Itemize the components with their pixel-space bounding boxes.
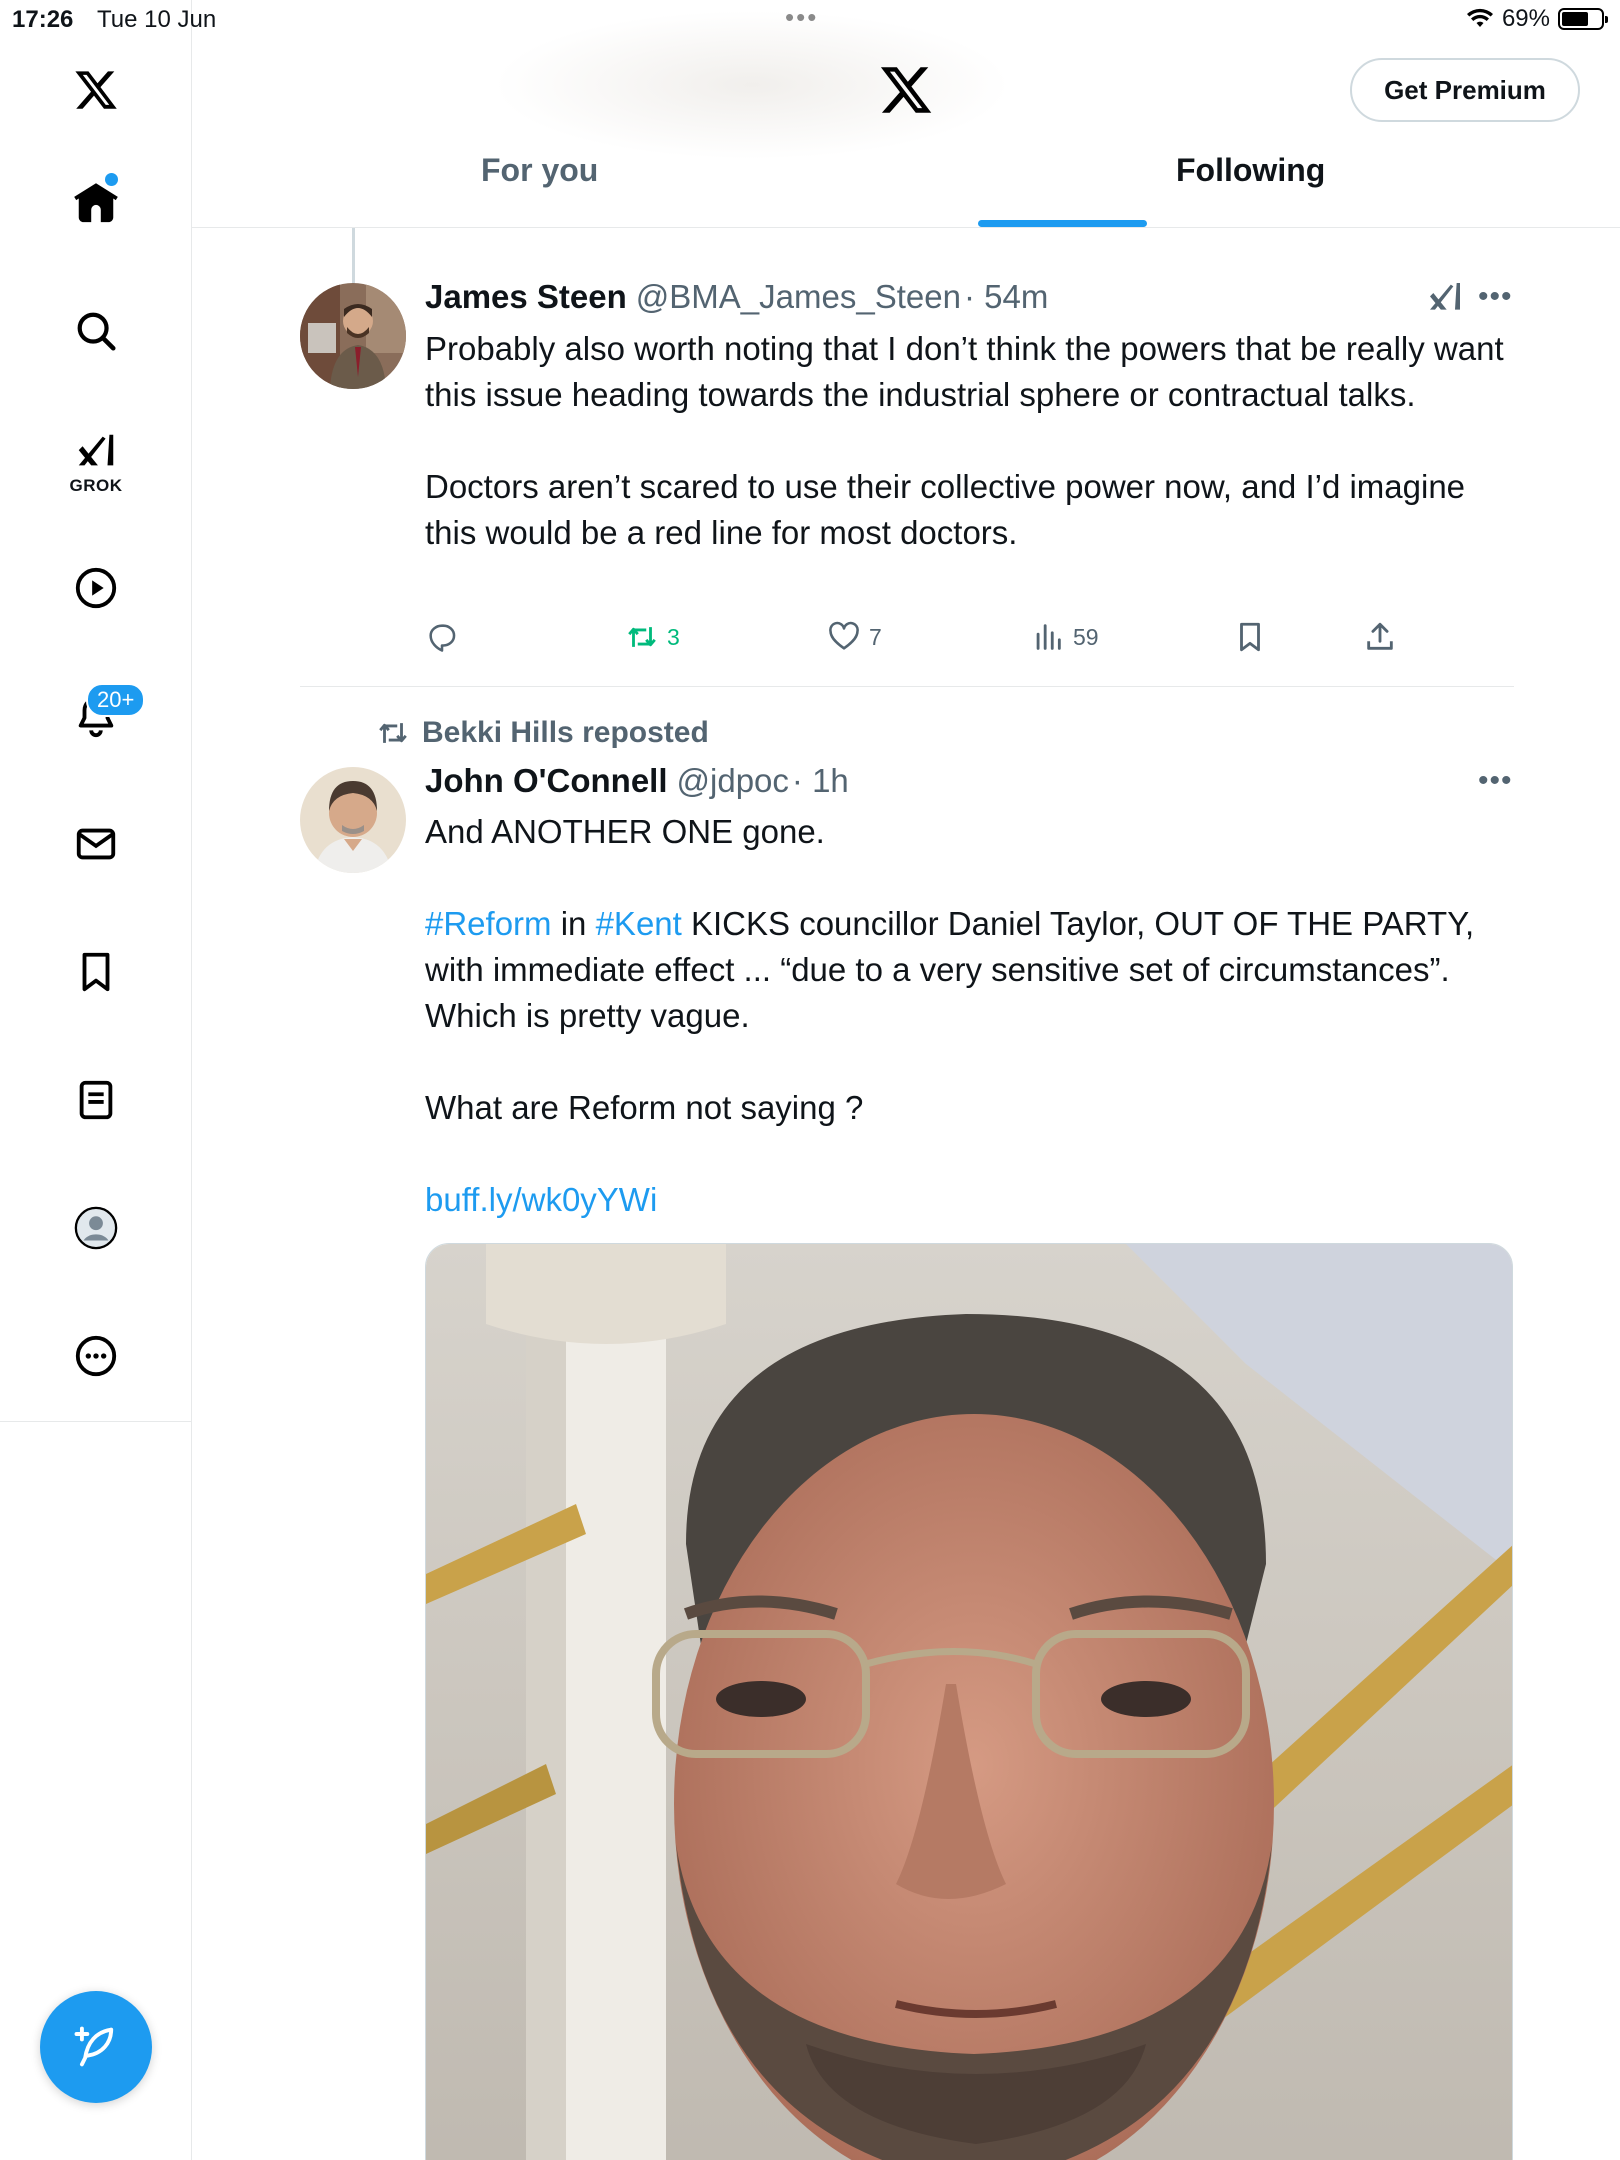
battery-icon: [1558, 8, 1608, 30]
status-date: Tue 10 Jun: [97, 6, 217, 33]
view-count: 59: [1073, 623, 1099, 650]
tweet-text-fragment: in: [551, 905, 596, 942]
tweet-text: And ANOTHER ONE gone. #Reform in #Kent K…: [425, 809, 1525, 1223]
status-time: 17:26: [12, 6, 74, 33]
status-right: 69%: [1466, 5, 1608, 33]
tweet-paragraph: Probably also worth noting that I don’t …: [425, 330, 1504, 413]
councillor-photo: [426, 1244, 1512, 2160]
mail-icon[interactable]: [56, 804, 136, 884]
grok-explain-icon[interactable]: [1425, 278, 1465, 318]
views-chart-icon: [1036, 624, 1061, 650]
share-button[interactable]: [1363, 620, 1397, 654]
retweet-icon: [628, 627, 656, 647]
tab-following[interactable]: Following: [1176, 152, 1325, 189]
retweet-button[interactable]: 3: [625, 620, 680, 654]
home-unread-dot: [105, 173, 118, 186]
retweet-count: 3: [667, 623, 680, 650]
tweet-actions: 3 7 59: [425, 616, 1425, 664]
tweet-text: Probably also worth noting that I don’t …: [425, 326, 1525, 556]
home-icon[interactable]: [56, 163, 136, 243]
tweet-paragraph: And ANOTHER ONE gone.: [425, 813, 825, 850]
tweet-time[interactable]: · 54m: [964, 278, 1048, 316]
avatar[interactable]: [300, 283, 406, 389]
avatar[interactable]: [300, 767, 406, 873]
search-icon[interactable]: [56, 291, 136, 371]
list-icon[interactable]: [56, 1060, 136, 1140]
author-name[interactable]: John O'Connell: [425, 762, 668, 800]
x-header-logo-icon[interactable]: [878, 62, 934, 118]
heart-icon: [829, 621, 859, 650]
compose-button[interactable]: [40, 1991, 152, 2103]
sidebar: GROK 20+: [0, 0, 192, 1422]
tweet-header: John O'Connell @jdpoc · 1h: [425, 762, 849, 800]
tweet-header: James Steen @BMA_James_Steen · 54m: [425, 278, 1048, 316]
reply-icon: [429, 624, 456, 652]
compose-feather-icon: [74, 2026, 114, 2067]
active-tab-indicator: [978, 220, 1147, 227]
repost-indicator[interactable]: Bekki Hills reposted: [376, 716, 709, 750]
x-logo-icon[interactable]: [56, 50, 136, 130]
profile-icon[interactable]: [56, 1188, 136, 1268]
hashtag-link[interactable]: #Kent: [596, 905, 682, 942]
author-name[interactable]: James Steen: [425, 278, 627, 316]
tweet-media-image[interactable]: [425, 1243, 1513, 2160]
more-icon[interactable]: [56, 1316, 136, 1396]
reply-button[interactable]: [425, 620, 459, 654]
tweet-paragraph: #Reform in #Kent KICKS councillor Daniel…: [425, 901, 1525, 1039]
author-handle[interactable]: @BMA_James_Steen: [636, 278, 961, 316]
tweet-paragraph: Doctors aren’t scared to use their colle…: [425, 468, 1466, 551]
like-count: 7: [869, 623, 882, 650]
thread-connector-line: [352, 228, 355, 284]
bookmark-icon: [1240, 622, 1260, 652]
multitasking-dots-icon[interactable]: •••: [785, 2, 818, 33]
tab-for-you[interactable]: For you: [481, 152, 598, 189]
sidebar-divider: [191, 1422, 192, 2160]
bookmark-button[interactable]: [1233, 620, 1267, 654]
bookmark-icon[interactable]: [56, 932, 136, 1012]
like-button[interactable]: 7: [827, 620, 882, 654]
author-handle[interactable]: @jdpoc: [677, 762, 789, 800]
external-link[interactable]: buff.ly/wk0yYWi: [425, 1181, 657, 1218]
wifi-icon: [1466, 8, 1493, 27]
get-premium-button[interactable]: Get Premium: [1350, 58, 1580, 122]
more-options-icon[interactable]: •••: [1478, 764, 1513, 798]
tweet-time[interactable]: · 1h: [792, 762, 849, 800]
hashtag-link[interactable]: #Reform: [425, 905, 552, 942]
more-options-icon[interactable]: •••: [1478, 280, 1513, 314]
play-icon[interactable]: [56, 548, 136, 628]
battery-percent: 69%: [1501, 5, 1550, 32]
notification-count-badge: 20+: [86, 683, 146, 717]
retweet-icon: [379, 723, 407, 743]
status-bar: 17:26 Tue 10 Jun ••• 69%: [0, 0, 1620, 40]
share-icon: [1367, 622, 1393, 650]
reposted-by-label: Bekki Hills reposted: [422, 716, 709, 749]
views-button[interactable]: 59: [1031, 620, 1099, 654]
grok-label: GROK: [69, 476, 123, 495]
tweet-paragraph: What are Reform not saying ?: [425, 1089, 864, 1126]
tweet-divider: [300, 686, 1514, 687]
